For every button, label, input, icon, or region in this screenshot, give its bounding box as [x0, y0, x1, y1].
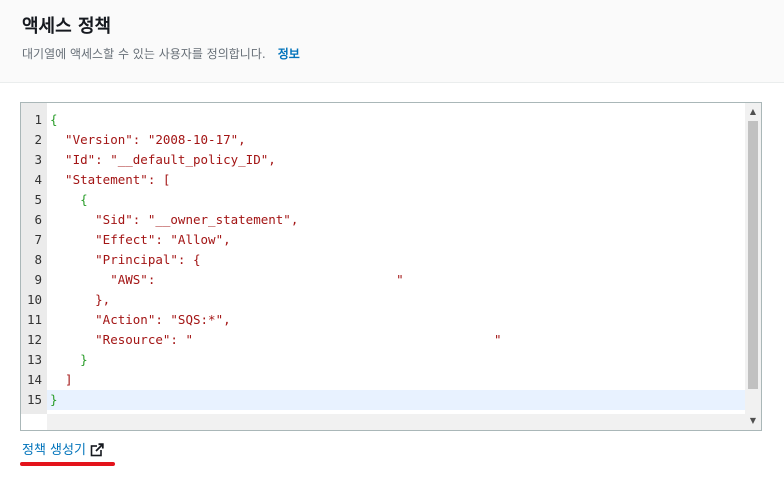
line-number: 10: [26, 292, 42, 307]
line-number: 14: [26, 372, 42, 387]
code-line-text: "Statement": [: [50, 172, 171, 187]
vertical-scrollbar[interactable]: ▲ ▼: [745, 103, 761, 430]
code-line[interactable]: "Effect": "Allow",: [47, 230, 746, 250]
line-number: 13: [26, 352, 42, 367]
line-number: 9: [34, 272, 42, 287]
code-line-text: {: [50, 112, 58, 127]
code-line[interactable]: },: [47, 290, 746, 310]
code-line-text: "Id": "__default_policy_ID",: [50, 152, 276, 167]
code-line-text: {: [50, 192, 88, 207]
code-line-text: },: [50, 292, 111, 307]
line-number: 7: [34, 232, 42, 247]
page-subtitle: 대기열에 액세스할 수 있는 사용자를 정의합니다. 정보: [22, 46, 300, 62]
line-number: 6: [34, 212, 42, 227]
info-link[interactable]: 정보: [278, 47, 300, 61]
code-line[interactable]: "Sid": "__owner_statement",: [47, 210, 746, 230]
line-number: 12: [26, 332, 42, 347]
code-line[interactable]: "Action": "SQS:*",: [47, 310, 746, 330]
code-line[interactable]: "Principal": {: [47, 250, 746, 270]
code-line[interactable]: "Statement": [: [47, 170, 746, 190]
subtitle-text: 대기열에 액세스할 수 있는 사용자를 정의합니다.: [22, 47, 266, 61]
policy-generator-label[interactable]: 정책 생성기: [22, 443, 86, 458]
code-line-text: }: [50, 392, 58, 407]
line-number: 5: [34, 192, 42, 207]
line-number: 8: [34, 252, 42, 267]
scroll-down-icon[interactable]: ▼: [745, 414, 761, 428]
code-line-text: "Effect": "Allow",: [50, 232, 231, 247]
line-number: 4: [34, 172, 42, 187]
line-number-gutter: 1 2 3 4 5 6 7 8 9 10 11 12 13 14 15: [21, 103, 47, 414]
horizontal-scrollbar[interactable]: [47, 414, 746, 430]
code-line[interactable]: "Resource": " ": [47, 330, 746, 350]
code-line-text: "Version": "2008-10-17",: [50, 132, 246, 147]
code-line-text: "Action": "SQS:*",: [50, 312, 231, 327]
line-number: 11: [26, 312, 42, 327]
line-number: 2: [34, 132, 42, 147]
line-number: 15: [26, 392, 42, 407]
code-line-text: "Resource": " ": [50, 332, 502, 347]
code-line[interactable]: }: [47, 350, 746, 370]
code-line[interactable]: {: [47, 190, 746, 210]
code-line-text: "Principal": {: [50, 252, 201, 267]
scrollbar-thumb[interactable]: [748, 121, 758, 389]
code-area[interactable]: { "Version": "2008-10-17", "Id": "__defa…: [47, 103, 746, 414]
page-title: 액세스 정책: [22, 16, 112, 37]
code-line[interactable]: {: [47, 110, 746, 130]
code-line[interactable]: ]: [47, 370, 746, 390]
policy-json-editor[interactable]: 1 2 3 4 5 6 7 8 9 10 11 12 13 14 15 { "Version": "2008…: [20, 102, 762, 431]
scroll-up-icon[interactable]: ▲: [745, 105, 761, 119]
code-line[interactable]: "Id": "__default_policy_ID",: [47, 150, 746, 170]
code-line-text: "Sid": "__owner_statement",: [50, 212, 299, 227]
panel-header: 액세스 정책 대기열에 액세스할 수 있는 사용자를 정의합니다. 정보: [0, 0, 784, 83]
code-line[interactable]: }: [47, 390, 746, 410]
code-line-text: }: [50, 352, 88, 367]
highlight-underline: [20, 462, 115, 466]
code-line[interactable]: "Version": "2008-10-17",: [47, 130, 746, 150]
line-number: 1: [34, 112, 42, 127]
external-link-icon[interactable]: [90, 443, 104, 464]
code-line-text: ]: [50, 372, 73, 387]
policy-generator-link[interactable]: 정책 생성기: [22, 441, 104, 464]
line-number: 3: [34, 152, 42, 167]
code-line-text: "AWS": ": [50, 272, 404, 287]
code-line[interactable]: "AWS": ": [47, 270, 746, 290]
